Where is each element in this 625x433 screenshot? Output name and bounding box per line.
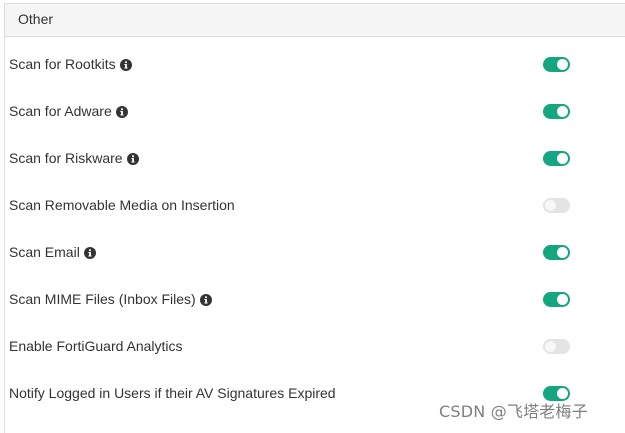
- setting-label-group: Scan for Rootkits: [9, 55, 132, 73]
- toggle-knob: [557, 106, 568, 117]
- setting-label: Scan for Rootkits: [9, 56, 116, 72]
- setting-label-group: Scan Removable Media on Insertion: [9, 196, 235, 214]
- setting-toggle[interactable]: [543, 198, 570, 213]
- setting-label: Scan Email: [9, 244, 80, 260]
- setting-label: Scan MIME Files (Inbox Files): [9, 291, 196, 307]
- setting-label: Scan for Adware: [9, 103, 112, 119]
- setting-label-group: Scan Email: [9, 243, 96, 261]
- watermark: CSDN @飞塔老梅子: [439, 402, 588, 421]
- setting-label-group: Scan for Riskware: [9, 149, 139, 167]
- setting-label-group: Notify Logged in Users if their AV Signa…: [9, 384, 336, 402]
- setting-row: Scan for Rootkits: [0, 55, 625, 85]
- setting-toggle[interactable]: [543, 57, 570, 72]
- setting-toggle[interactable]: [543, 339, 570, 354]
- setting-toggle[interactable]: [543, 104, 570, 119]
- setting-row: Scan for Adware: [0, 102, 625, 132]
- setting-row: Scan Email: [0, 243, 625, 273]
- info-circle-icon[interactable]: [199, 292, 212, 306]
- setting-row: Scan MIME Files (Inbox Files): [0, 290, 625, 320]
- panel-title: Other: [18, 11, 54, 27]
- toggle-knob: [545, 341, 556, 352]
- setting-row: Scan for Riskware: [0, 149, 625, 179]
- setting-toggle[interactable]: [543, 292, 570, 307]
- setting-row: Enable FortiGuard Analytics: [0, 337, 625, 367]
- setting-toggle[interactable]: [543, 245, 570, 260]
- info-circle-icon[interactable]: [119, 57, 132, 71]
- setting-label: Scan Removable Media on Insertion: [9, 197, 235, 213]
- info-circle-icon[interactable]: [126, 151, 139, 165]
- setting-label: Notify Logged in Users if their AV Signa…: [9, 385, 336, 401]
- toggle-knob: [557, 153, 568, 164]
- setting-row: Scan Removable Media on Insertion: [0, 196, 625, 226]
- setting-label: Scan for Riskware: [9, 150, 123, 166]
- setting-label: Enable FortiGuard Analytics: [9, 338, 183, 354]
- toggle-knob: [557, 247, 568, 258]
- toggle-knob: [545, 200, 556, 211]
- setting-label-group: Enable FortiGuard Analytics: [9, 337, 183, 355]
- setting-label-group: Scan MIME Files (Inbox Files): [9, 290, 212, 308]
- panel-header: Other: [5, 4, 625, 37]
- setting-toggle[interactable]: [543, 151, 570, 166]
- setting-label-group: Scan for Adware: [9, 102, 128, 120]
- info-circle-icon[interactable]: [83, 245, 96, 259]
- toggle-knob: [557, 294, 568, 305]
- info-circle-icon[interactable]: [115, 104, 128, 118]
- toggle-knob: [557, 59, 568, 70]
